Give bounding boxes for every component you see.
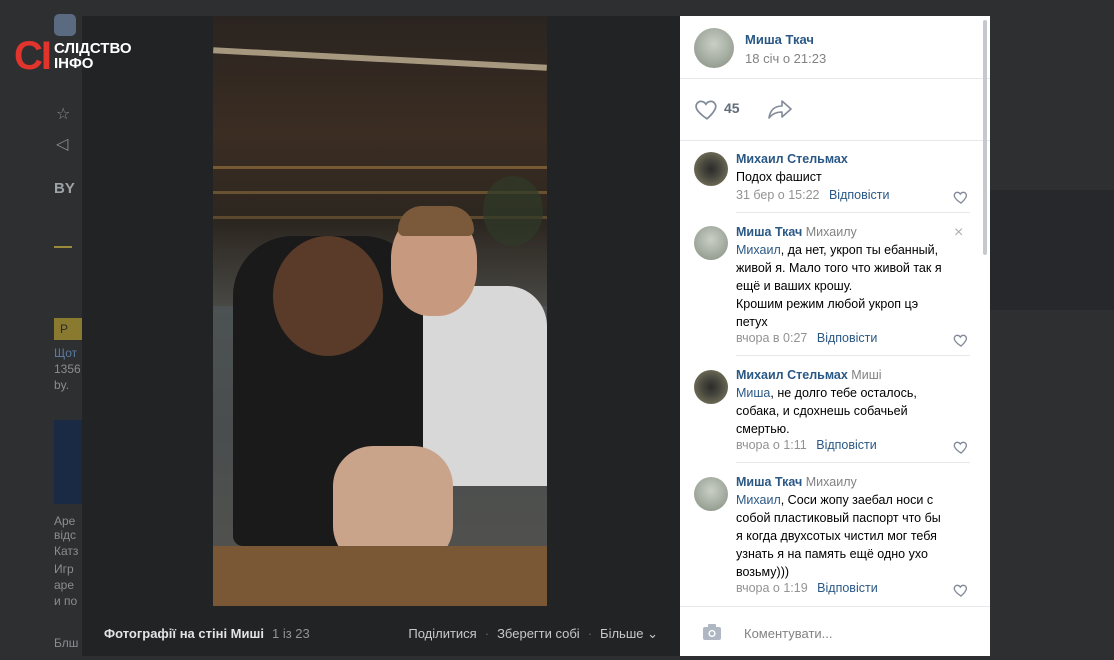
bg-text: аре [54,578,75,592]
comment-text: , Соси жопу заебал носи с [780,493,934,507]
bg-badge: Р [54,318,82,340]
share-arrow-icon[interactable] [766,96,794,122]
comments-list: Михаил Стельмах Подох фашист 31 бер о 15… [680,140,990,605]
comment-time[interactable]: вчора в 0:27 [736,331,807,345]
comment: Миша Ткач Михаилу Михаил, Соси жопу заеб… [680,463,990,605]
bg-text: Катз [54,544,79,558]
heart-icon[interactable] [694,96,720,122]
comment-text: Крошим режим любой укроп цэ [736,297,919,311]
bg-text: Аре [54,514,76,528]
separator: · [484,626,490,641]
bg-text: by. [54,378,70,392]
megaphone-icon: ◁ [56,136,69,153]
comment-text: Подох фашист [736,170,822,184]
comment-text: собой пластиковый паспорт что бы [736,511,941,525]
mention-link[interactable]: Михаил [736,493,781,507]
comment-author[interactable]: Михаил Стельмах [736,152,848,166]
comment-text: ещё и ваших крошу. [736,279,853,293]
bg-link: Щот [54,346,78,360]
reply-to[interactable]: Михаилу [806,475,857,489]
comment: Михаил Стельмах Подох фашист 31 бер о 15… [680,140,990,213]
comment-time[interactable]: вчора о 1:11 [736,438,807,452]
close-icon[interactable]: × [954,225,963,241]
comment-text: живой я. Мало того что живой так я [736,261,942,275]
bg-text: 1356 [54,362,81,376]
heart-icon[interactable] [952,439,970,455]
avatar[interactable] [694,477,728,511]
comment-text: , да нет, укроп ты ебанный, [780,243,939,257]
comment-text: смертью. [736,422,790,436]
bg-heading: BY [54,182,75,196]
album-title[interactable]: Фотографії на стіні Миші [104,626,264,641]
watermark-line2: ІНФО [54,55,94,72]
vk-logo-icon [54,14,76,36]
sledstvo-info-watermark: СІ СЛІДСТВО ІНФО [14,36,132,76]
comment-input[interactable] [742,621,966,645]
bg-right-block [990,190,1114,310]
post-actions: 45 [680,78,990,141]
reply-to[interactable]: Михаилу [806,225,857,239]
comment-author[interactable]: Миша Ткач [736,475,802,489]
share-link[interactable]: Поділитися [408,626,476,642]
photo-counter: 1 із 23 [272,626,310,641]
post-author[interactable]: Миша Ткач [745,32,814,47]
bg-image [54,420,84,504]
comment: Михаил Стельмах Миші Миша, не долго тебе… [680,356,990,463]
photo-sidebar: Миша Ткач 18 січ о 21:23 45 Михаил Стель… [680,16,990,656]
post-header: Миша Ткач 18 січ о 21:23 [680,16,990,79]
reply-link[interactable]: Відповісти [817,331,878,345]
comment-text: возьму))) [736,565,790,579]
avatar[interactable] [694,226,728,260]
comment: Миша Ткач Михаилу × Михаил, да нет, укро… [680,213,990,356]
heart-icon[interactable] [952,582,970,598]
reply-link[interactable]: Відповісти [829,188,890,202]
comment-text: петух [736,315,768,329]
avatar[interactable] [694,370,728,404]
watermark-ci: СІ [14,34,52,78]
bg-text: Игр [54,562,74,576]
comment-text: , не долго тебе осталось, [770,386,917,400]
avatar[interactable] [694,152,728,186]
save-link[interactable]: Зберегти собі [497,626,580,642]
reply-to[interactable]: Миші [851,368,881,382]
photo[interactable] [213,16,547,606]
comment-text: я когда двухсотых чистил мог тебя [736,529,937,543]
bg-decoration [54,236,72,248]
likes-count: 45 [724,100,740,116]
bg-text: и по [54,594,78,608]
post-date[interactable]: 18 січ о 21:23 [745,51,826,66]
reply-link[interactable]: Відповісти [816,438,877,452]
camera-icon[interactable] [702,623,722,641]
more-dropdown[interactable]: Більше ⌄ [600,626,658,642]
photo-viewer: Фотографії на стіні Миші 1 із 23 Поділит… [82,16,680,656]
comment-author[interactable]: Михаил Стельмах [736,368,848,382]
reply-link[interactable]: Відповісти [817,581,878,595]
comment-text: узнать я на память ещё одно ухо [736,547,928,561]
comment-time[interactable]: 31 бер о 15:22 [736,188,819,202]
scrollbar[interactable] [983,20,987,255]
viewer-footer: Фотографії на стіні Миші 1 із 23 Поділит… [82,606,680,656]
comment-text: собака, и сдохнешь собачьей [736,404,908,418]
heart-icon[interactable] [952,332,970,348]
comment-author[interactable]: Миша Ткач [736,225,802,239]
avatar[interactable] [694,28,734,68]
mention-link[interactable]: Миша [736,386,770,400]
comment-time[interactable]: вчора о 1:19 [736,581,808,595]
star-icon: ☆ [56,106,71,123]
bg-text: Блш [54,636,79,650]
separator: · [587,626,593,641]
heart-icon[interactable] [952,189,970,205]
mention-link[interactable]: Михаил [736,243,781,257]
comment-composer [680,606,990,657]
viewer-actions: Поділитися · Зберегти собі · Більше ⌄ [408,626,658,642]
bg-text: відс [54,528,77,542]
